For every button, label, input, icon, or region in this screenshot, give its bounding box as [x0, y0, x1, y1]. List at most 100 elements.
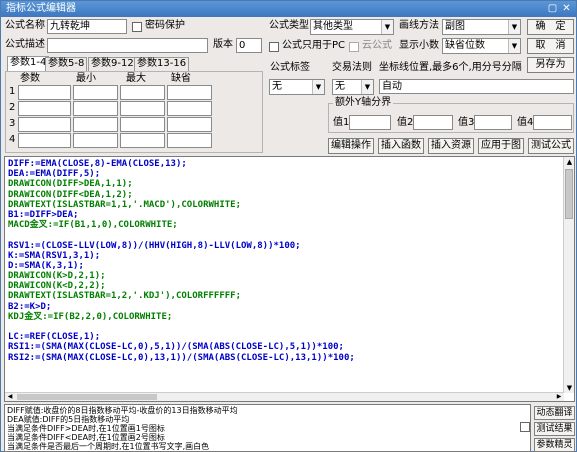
param-default-input[interactable] [167, 101, 212, 116]
code-token: D:=SMA(K,3,1); [8, 260, 84, 271]
code-line[interactable]: DRAWTEXT(ISLASTBAR=1,1,'.MACD'),COLORWHI… [8, 200, 560, 210]
tag-value: 无 [272, 81, 282, 92]
param-default-input[interactable] [167, 117, 212, 132]
param-name-input[interactable] [18, 117, 71, 132]
param-default-input[interactable] [167, 133, 212, 148]
code-line[interactable]: DIFF:=EMA(CLOSE,8)-EMA(CLOSE,13); [8, 159, 560, 169]
param-wizard-button[interactable]: 参数精灵 [534, 438, 575, 452]
code-line[interactable]: DRAWTEXT(ISLASTBAR=1,2,'.KDJ'),COLORFFFF… [8, 291, 560, 301]
scroll-thumb[interactable] [565, 169, 573, 219]
param-min-input[interactable] [73, 85, 118, 100]
code-line[interactable]: RSI1:=(SMA(MAX(CLOSE-LC,0),5,1))/(SMA(AB… [8, 342, 560, 352]
desc-input[interactable] [47, 38, 208, 53]
tag-label: 公式标签 [270, 62, 310, 73]
pc-only-label: 公式只用于PC [282, 40, 346, 51]
hscroll-thumb[interactable] [17, 394, 157, 400]
cancel-button[interactable]: 取 消 [527, 38, 574, 54]
code-line[interactable]: LC:=REF(CLOSE,1); [8, 332, 560, 342]
apply-to-chart-button[interactable]: 应用于图 [478, 138, 524, 154]
code-line[interactable]: DRAWICON(DIFF>DEA,1,1); [8, 179, 560, 189]
scroll-left-icon[interactable]: ◀ [5, 393, 15, 401]
version-input[interactable]: 0 [236, 38, 262, 53]
name-input[interactable]: 九转乾坤 [47, 19, 127, 34]
axis-label-3: 值3 [458, 117, 475, 128]
param-default-input[interactable] [167, 85, 212, 100]
type-select[interactable]: 其他类型 ▼ [310, 19, 394, 35]
axis-label-2: 值2 [397, 117, 414, 128]
code-line[interactable]: RSV1:=(CLOSE-LLV(LOW,8))/(HHV(HIGH,8)-LL… [8, 241, 560, 251]
dynamic-translate-button[interactable]: 动态翻译 [534, 406, 575, 420]
code-token: B1:=DIFF>DEA; [8, 209, 79, 220]
code-line[interactable]: RSI2:=(SMA(MAX(CLOSE-LC,0),13,1))/(SMA(A… [8, 353, 560, 363]
decimal-select[interactable]: 缺省位数 ▼ [442, 38, 521, 54]
code-line[interactable]: K:=SMA(RSV1,3,1); [8, 251, 560, 261]
param-max-input[interactable] [120, 85, 165, 100]
confirm-button[interactable]: 确 定 [527, 19, 574, 35]
translate-checkbox[interactable] [520, 422, 530, 432]
save-as-button[interactable]: 另存为 [527, 57, 574, 73]
trade-select[interactable]: 无 ▼ [332, 79, 374, 95]
cloud-checkbox[interactable] [349, 42, 359, 52]
axis-value-1-input[interactable] [349, 115, 391, 130]
code-line[interactable]: DRAWICON(K<D,2,2); [8, 281, 560, 291]
param-min-input[interactable] [73, 101, 118, 116]
param-min-input[interactable] [73, 133, 118, 148]
code-token: DIFF:=EMA(CLOSE,8)-EMA(CLOSE,13); [8, 159, 187, 169]
tab-params-13-16[interactable]: 参数13-16 [134, 57, 190, 71]
chevron-down-icon: ▼ [508, 39, 520, 53]
param-min-input[interactable] [73, 117, 118, 132]
scroll-right-icon[interactable]: ▶ [554, 393, 564, 401]
tab-params-9-12[interactable]: 参数9-12 [88, 57, 137, 71]
code-token: K:=SMA(RSV1,3,1); [8, 250, 101, 261]
code-token: DRAWTEXT(ISLASTBAR=1,2,'.KDJ'),COLORFFFF… [8, 291, 241, 302]
test-formula-button[interactable]: 测试公式 [528, 138, 574, 154]
code-line[interactable] [8, 230, 560, 240]
param-row-number: 4 [9, 134, 16, 145]
code-text[interactable]: DIFF:=EMA(CLOSE,8)-EMA(CLOSE,13); DEA:=EM… [8, 159, 560, 363]
code-token: DRAWTEXT(ISLASTBAR=1,1,'.MACD'),COLORWHI… [8, 199, 241, 210]
axis-value-4-input[interactable] [533, 115, 572, 130]
code-line[interactable]: DEA:=EMA(DIFF,5); [8, 169, 560, 179]
password-checkbox[interactable] [132, 22, 142, 32]
insert-function-button[interactable]: 插入函数 [378, 138, 424, 154]
horizontal-scrollbar[interactable]: ◀ ▶ [5, 392, 564, 401]
code-token: MACD金叉:=IF(B1,1,0),COLORWHITE; [8, 220, 178, 231]
coord-input[interactable]: 自动 [379, 79, 574, 94]
param-name-input[interactable] [18, 85, 71, 100]
code-line[interactable]: MACD金叉:=IF(B1,1,0),COLORWHITE; [8, 220, 560, 230]
code-line[interactable]: B1:=DIFF>DEA; [8, 210, 560, 220]
code-line[interactable]: KDJ金叉:=IF(B2,2,0),COLORWHITE; [8, 312, 560, 322]
code-line[interactable]: DRAWICON(DIFF<DEA,1,2); [8, 190, 560, 200]
scroll-up-icon[interactable]: ▲ [565, 157, 574, 167]
param-max-input[interactable] [120, 101, 165, 116]
param-name-input[interactable] [18, 133, 71, 148]
code-line[interactable] [8, 322, 560, 332]
axis-value-2-input[interactable] [413, 115, 453, 130]
code-line[interactable]: D:=SMA(K,3,1); [8, 261, 560, 271]
param-max-input[interactable] [120, 117, 165, 132]
vertical-scrollbar[interactable]: ▲ ▼ [563, 157, 574, 393]
param-max-input[interactable] [120, 133, 165, 148]
scroll-down-icon[interactable]: ▼ [565, 383, 574, 393]
param-header-min: 最小 [76, 73, 96, 84]
tag-select[interactable]: 无 ▼ [269, 79, 325, 95]
code-editor[interactable]: DIFF:=EMA(CLOSE,8)-EMA(CLOSE,13); DEA:=EM… [4, 156, 575, 402]
code-line[interactable]: DRAWICON(K>D,2,1); [8, 271, 560, 281]
chevron-down-icon: ▼ [312, 80, 324, 94]
param-name-input[interactable] [18, 101, 71, 116]
maximize-icon[interactable]: ▢ [546, 3, 559, 15]
pc-only-checkbox[interactable] [269, 42, 279, 52]
insert-resource-button[interactable]: 插入资源 [428, 138, 474, 154]
code-line[interactable]: B2:=K>D; [8, 302, 560, 312]
draw-value: 副图 [445, 21, 465, 32]
edit-ops-button[interactable]: 编辑操作 [328, 138, 374, 154]
draw-label: 画线方法 [399, 20, 439, 31]
title-bar: 指标公式编辑器 ▢ ✕ [1, 1, 576, 17]
axis-value-3-input[interactable] [474, 115, 512, 130]
tab-params-1-4[interactable]: 参数1-4 [7, 56, 50, 72]
draw-select[interactable]: 副图 ▼ [442, 19, 521, 35]
code-token: B2:=K>D; [8, 301, 52, 312]
close-icon[interactable]: ✕ [560, 3, 573, 15]
tab-params-5-8[interactable]: 参数5-8 [45, 57, 88, 71]
test-result-button[interactable]: 测试结果 [534, 422, 575, 436]
